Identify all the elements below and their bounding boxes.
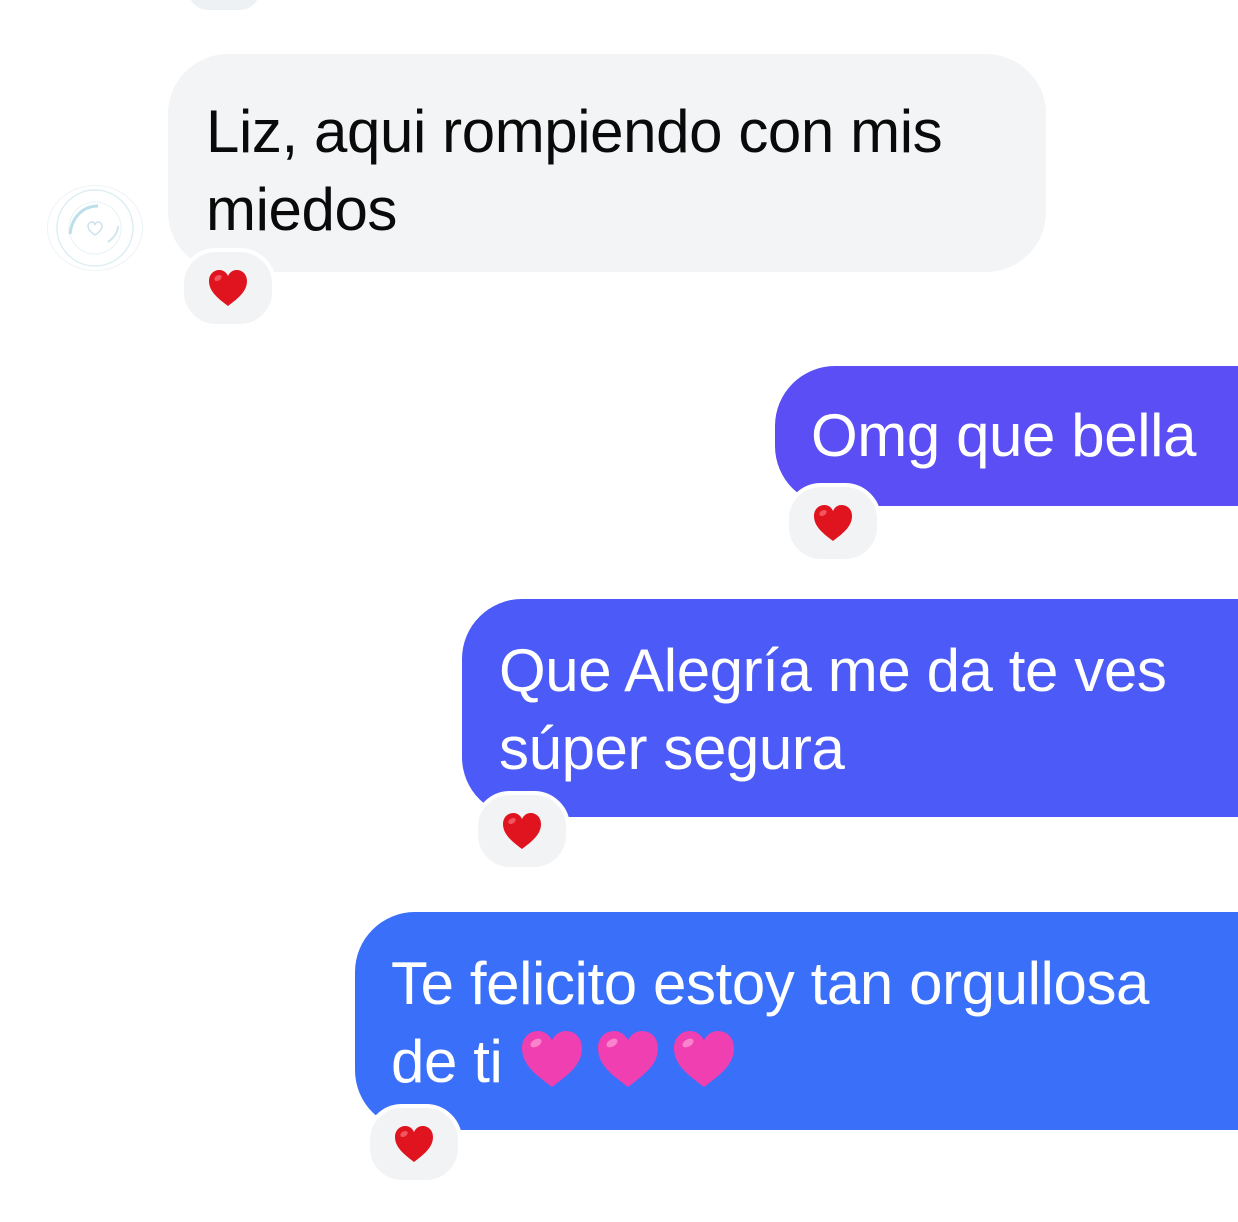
message-reaction[interactable] [180, 248, 276, 328]
message-text: Omg que bella [811, 402, 1197, 469]
red-heart-icon [395, 1126, 433, 1162]
previous-message-reaction [188, 0, 260, 10]
red-heart-icon [209, 270, 247, 306]
message-reaction[interactable] [785, 483, 881, 563]
pink-heart-icon [519, 1028, 585, 1090]
contact-avatar[interactable] [48, 186, 142, 270]
outgoing-message[interactable]: Te felicito estoy tan orgullosa de ti [355, 912, 1238, 1130]
incoming-message[interactable]: Liz, aqui rompiendo con mis miedos [168, 54, 1046, 272]
pink-heart-icon [671, 1028, 737, 1090]
message-text-line: Te felicito estoy tan orgullosa [391, 950, 1150, 1017]
red-heart-icon [814, 505, 852, 541]
message-reaction[interactable] [474, 791, 570, 871]
red-heart-icon [503, 813, 541, 849]
message-text-line: Liz, aqui rompiendo con mis [206, 98, 943, 165]
message-text-line: miedos [206, 176, 398, 243]
outgoing-message[interactable]: Que Alegría me da te ves súper segura [462, 599, 1238, 817]
message-reaction[interactable] [366, 1104, 462, 1184]
message-text-line: súper segura [499, 715, 845, 782]
logo-icon [56, 189, 134, 267]
pink-heart-icon [595, 1028, 661, 1090]
message-text-line: Que Alegría me da te ves [499, 637, 1167, 704]
message-text-line: de ti [391, 1028, 519, 1095]
